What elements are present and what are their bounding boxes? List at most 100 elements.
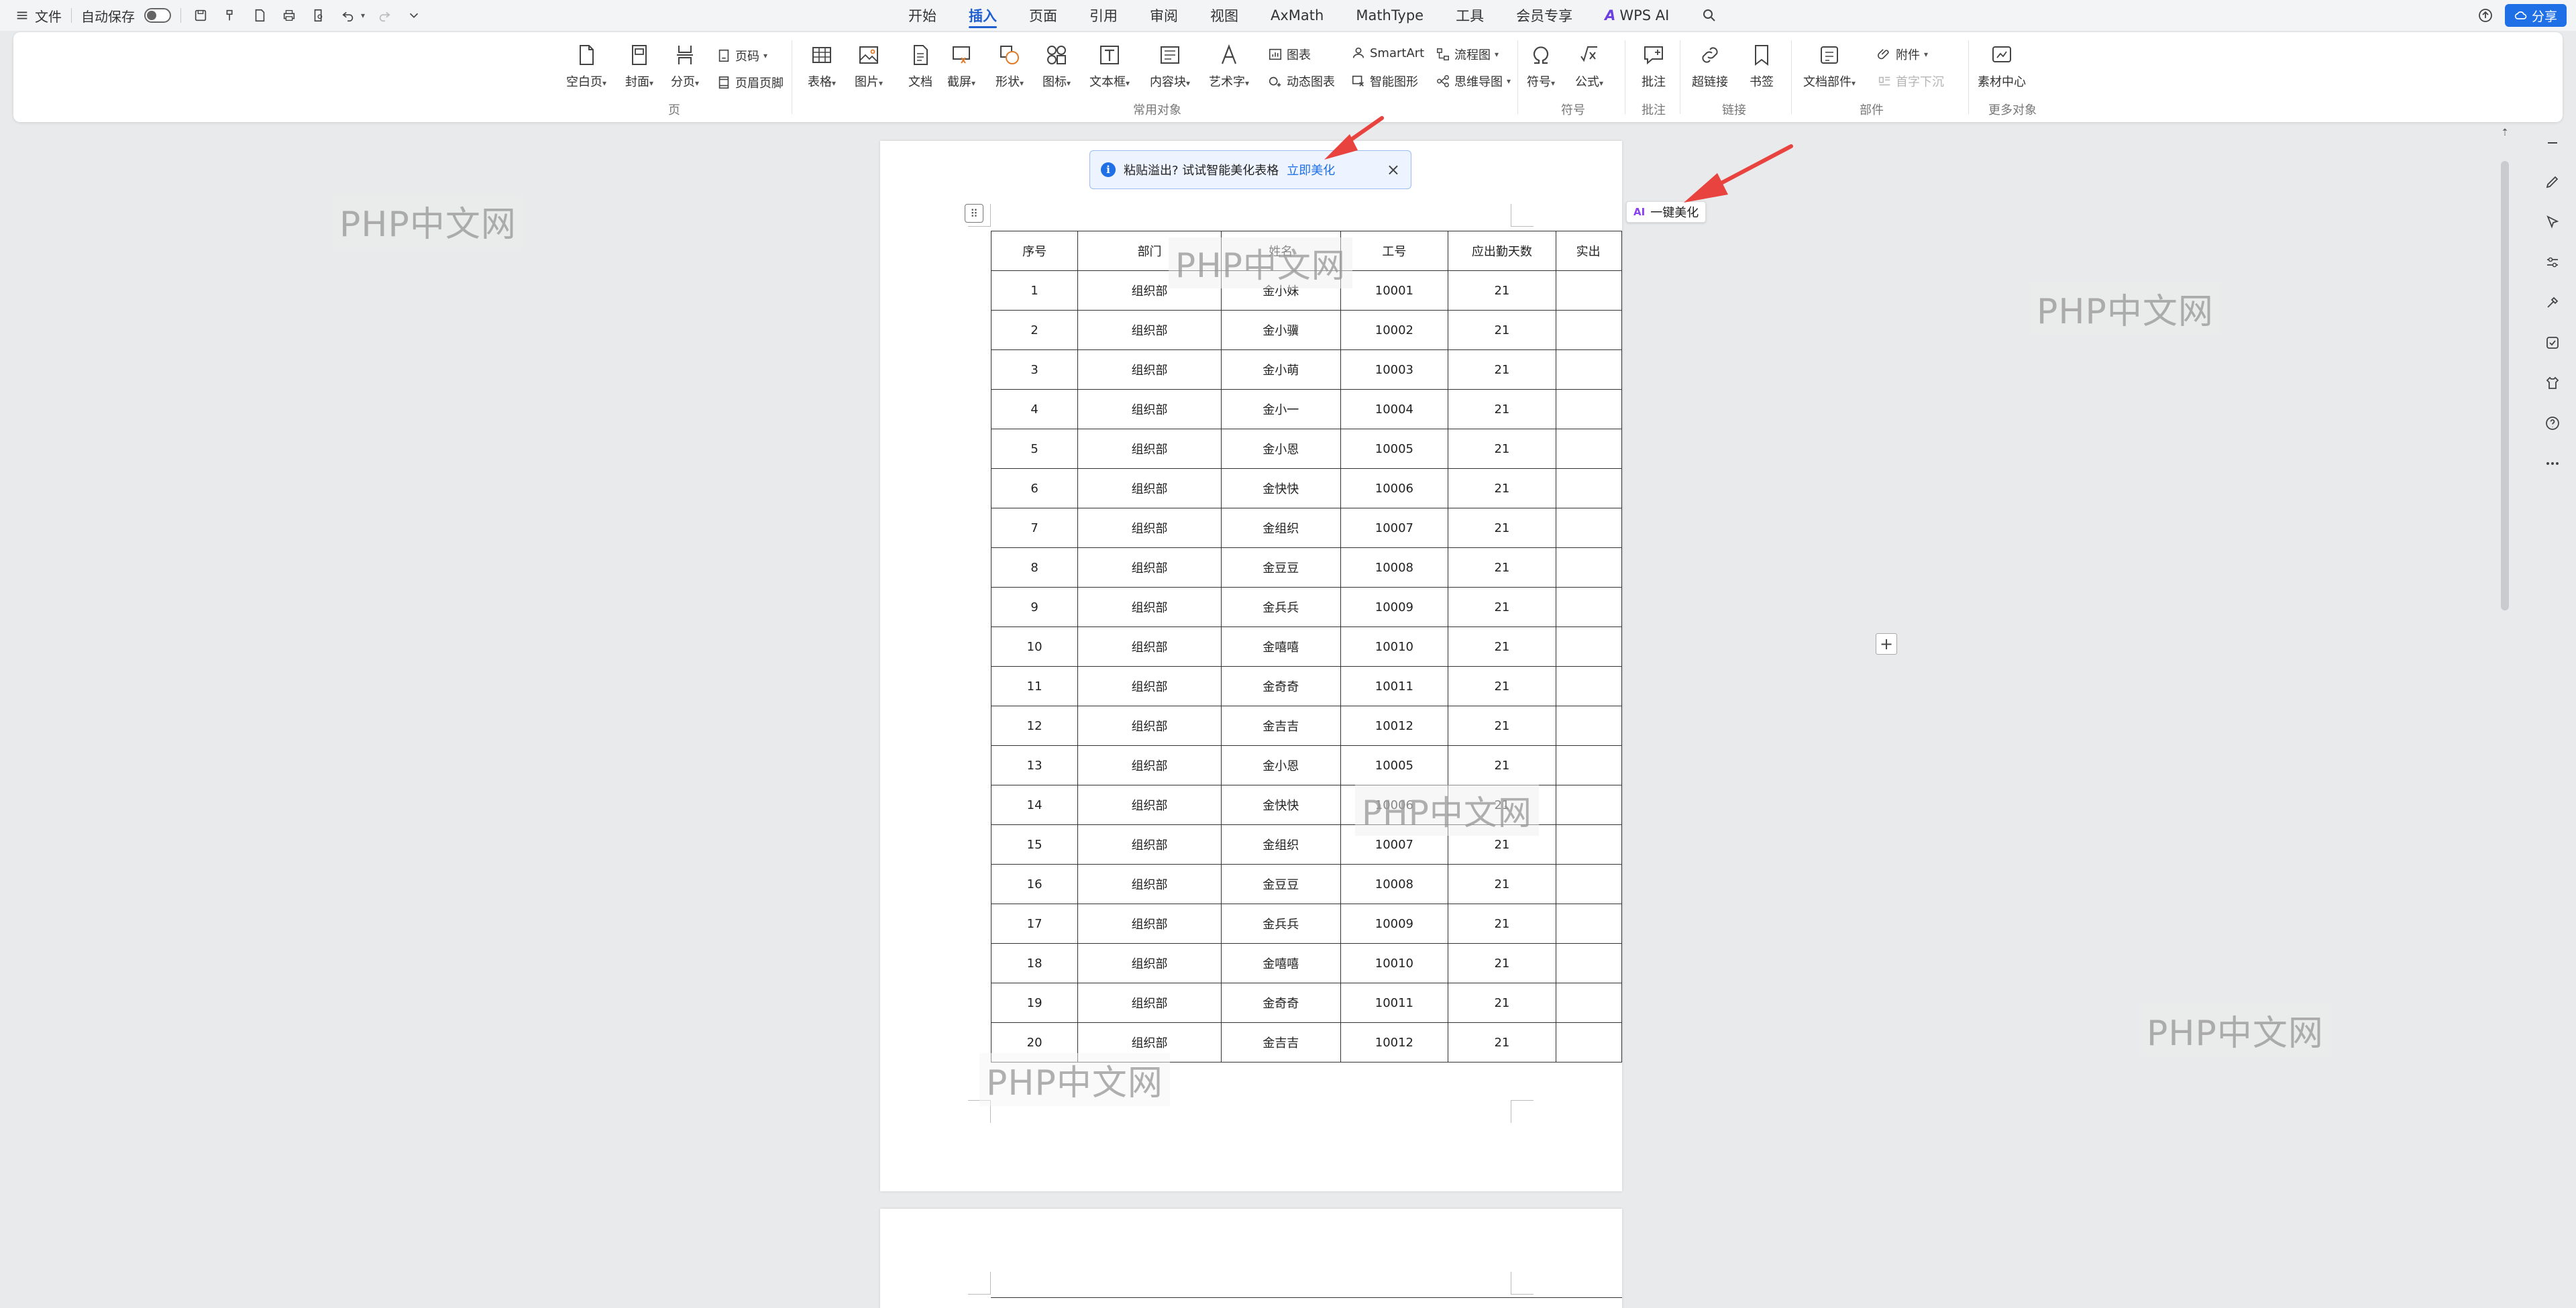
cover-button[interactable]: 封面▾ bbox=[625, 42, 653, 90]
blank-page-button[interactable]: 空白页▾ bbox=[566, 42, 606, 90]
content-block-button[interactable]: 内容块▾ bbox=[1150, 42, 1190, 90]
table-cell[interactable]: 组织部 bbox=[1077, 904, 1222, 944]
table-cell[interactable]: 组织部 bbox=[1077, 587, 1222, 627]
table-cell[interactable]: 21 bbox=[1448, 270, 1556, 311]
tab-mathtype[interactable]: MathType bbox=[1340, 0, 1440, 31]
table-cell[interactable] bbox=[1555, 943, 1622, 983]
table-cell[interactable]: 13 bbox=[990, 745, 1079, 785]
table-cell[interactable]: 7 bbox=[990, 508, 1079, 548]
table-cell[interactable]: 10003 bbox=[1340, 349, 1449, 390]
table-cell[interactable]: 组织部 bbox=[1077, 508, 1222, 548]
tab-view[interactable]: 视图 bbox=[1194, 0, 1254, 31]
table-cell[interactable] bbox=[1555, 706, 1622, 746]
table-cell[interactable]: 4 bbox=[990, 389, 1079, 429]
table-cell[interactable]: 金快快 bbox=[1220, 468, 1341, 508]
table-cell[interactable]: 组织部 bbox=[1077, 468, 1222, 508]
table-header-cell[interactable]: 实出 bbox=[1555, 231, 1622, 271]
table-cell[interactable]: 金奇奇 bbox=[1220, 666, 1341, 706]
table-cell[interactable]: 21 bbox=[1448, 468, 1556, 508]
table-cell[interactable]: 金豆豆 bbox=[1220, 547, 1341, 588]
autosave-toggle[interactable] bbox=[144, 8, 171, 23]
adjust-sliders-icon[interactable] bbox=[2542, 252, 2563, 272]
table-cell[interactable]: 金小萌 bbox=[1220, 349, 1341, 390]
table-cell[interactable]: 21 bbox=[1448, 349, 1556, 390]
table-cell[interactable]: 组织部 bbox=[1077, 983, 1222, 1023]
table-cell[interactable]: 组织部 bbox=[1077, 943, 1222, 983]
save-icon[interactable] bbox=[191, 5, 211, 25]
table-cell[interactable] bbox=[1555, 1022, 1622, 1062]
table-cell[interactable]: 组织部 bbox=[1077, 310, 1222, 350]
table-cell[interactable]: 21 bbox=[1448, 666, 1556, 706]
table-cell[interactable]: 组织部 bbox=[1077, 547, 1222, 588]
table-cell[interactable] bbox=[1555, 785, 1622, 825]
table-cell[interactable]: 21 bbox=[1448, 626, 1556, 667]
table-cell[interactable]: 组织部 bbox=[1077, 706, 1222, 746]
chart-button[interactable]: 图表 bbox=[1268, 46, 1311, 63]
table-cell[interactable] bbox=[1555, 587, 1622, 627]
table-cell[interactable] bbox=[1555, 626, 1622, 667]
vertical-scrollbar[interactable] bbox=[2501, 161, 2509, 610]
table-cell[interactable]: 组织部 bbox=[1077, 745, 1222, 785]
table-cell[interactable]: 10011 bbox=[1340, 983, 1449, 1023]
add-column-button[interactable]: + bbox=[1876, 633, 1897, 655]
formula-button[interactable]: 公式▾ bbox=[1575, 42, 1603, 90]
table-cell[interactable]: 10007 bbox=[1340, 508, 1449, 548]
material-center-button[interactable]: 素材中心 bbox=[1978, 42, 2026, 90]
table-cell[interactable]: 金组织 bbox=[1220, 508, 1341, 548]
table-cell[interactable]: 21 bbox=[1448, 943, 1556, 983]
table-cell[interactable] bbox=[1555, 547, 1622, 588]
table-cell[interactable]: 组织部 bbox=[1077, 349, 1222, 390]
table-cell[interactable]: 16 bbox=[990, 864, 1079, 904]
table-cell[interactable] bbox=[1555, 864, 1622, 904]
table-cell[interactable] bbox=[1555, 468, 1622, 508]
table-cell[interactable]: 组织部 bbox=[1077, 666, 1222, 706]
table-cell[interactable] bbox=[1555, 349, 1622, 390]
icon-button[interactable]: 图标▾ bbox=[1042, 42, 1071, 90]
menu-icon[interactable] bbox=[12, 5, 32, 25]
table-cell[interactable]: 组织部 bbox=[1077, 389, 1222, 429]
table-cell[interactable]: 金组织 bbox=[1220, 824, 1341, 865]
table-cell[interactable]: 18 bbox=[990, 943, 1079, 983]
table-cell[interactable]: 组织部 bbox=[1077, 864, 1222, 904]
table-cell[interactable]: 9 bbox=[990, 587, 1079, 627]
table-cell[interactable] bbox=[1555, 983, 1622, 1023]
table-cell[interactable]: 1 bbox=[990, 270, 1079, 311]
table-cell[interactable]: 10010 bbox=[1340, 943, 1449, 983]
table-cell[interactable] bbox=[1555, 310, 1622, 350]
table-cell[interactable]: 10010 bbox=[1340, 626, 1449, 667]
undo-icon[interactable] bbox=[338, 5, 358, 25]
table-cell[interactable] bbox=[1555, 429, 1622, 469]
table-cell[interactable]: 10002 bbox=[1340, 310, 1449, 350]
table-cell[interactable]: 21 bbox=[1448, 983, 1556, 1023]
tab-member[interactable]: 会员专享 bbox=[1500, 0, 1589, 31]
tab-insert[interactable]: 插入 bbox=[953, 0, 1013, 31]
export-pdf-icon[interactable] bbox=[250, 5, 270, 25]
table-cell[interactable]: 21 bbox=[1448, 1022, 1556, 1062]
wordart-button[interactable]: 艺术字▾ bbox=[1209, 42, 1249, 90]
select-cursor-icon[interactable] bbox=[2542, 212, 2563, 232]
redo-icon[interactable] bbox=[374, 5, 394, 25]
table-cell[interactable]: 15 bbox=[990, 824, 1079, 865]
table-cell[interactable]: 3 bbox=[990, 349, 1079, 390]
table-cell[interactable]: 金小恩 bbox=[1220, 429, 1341, 469]
attendance-table[interactable]: 序号 部门 姓名 工号 应出勤天数 实出 1组织部金小妹10001212组织部金… bbox=[990, 231, 1622, 1062]
table-cell[interactable]: 10009 bbox=[1340, 587, 1449, 627]
table-cell[interactable]: 21 bbox=[1448, 745, 1556, 785]
more-chevron-icon[interactable] bbox=[404, 5, 424, 25]
table-cell[interactable]: 10005 bbox=[1340, 429, 1449, 469]
tab-wps-ai[interactable]: A WPS AI bbox=[1589, 0, 1685, 31]
print-icon[interactable] bbox=[279, 5, 299, 25]
tab-home[interactable]: 开始 bbox=[892, 0, 953, 31]
table-cell[interactable]: 11 bbox=[990, 666, 1079, 706]
table-header-cell[interactable]: 序号 bbox=[990, 231, 1079, 271]
tab-review[interactable]: 审阅 bbox=[1134, 0, 1194, 31]
tab-page[interactable]: 页面 bbox=[1013, 0, 1073, 31]
table-cell[interactable]: 10004 bbox=[1340, 389, 1449, 429]
share-button[interactable]: 分享 bbox=[2504, 4, 2567, 27]
table-cell[interactable]: 金奇奇 bbox=[1220, 983, 1341, 1023]
table-cell[interactable]: 2 bbox=[990, 310, 1079, 350]
hyperlink-button[interactable]: 超链接 bbox=[1692, 42, 1728, 90]
tab-references[interactable]: 引用 bbox=[1073, 0, 1134, 31]
doc-parts-button[interactable]: 文档部件▾ bbox=[1803, 42, 1856, 90]
scroll-up-icon[interactable]: ⇡ bbox=[2500, 127, 2510, 141]
